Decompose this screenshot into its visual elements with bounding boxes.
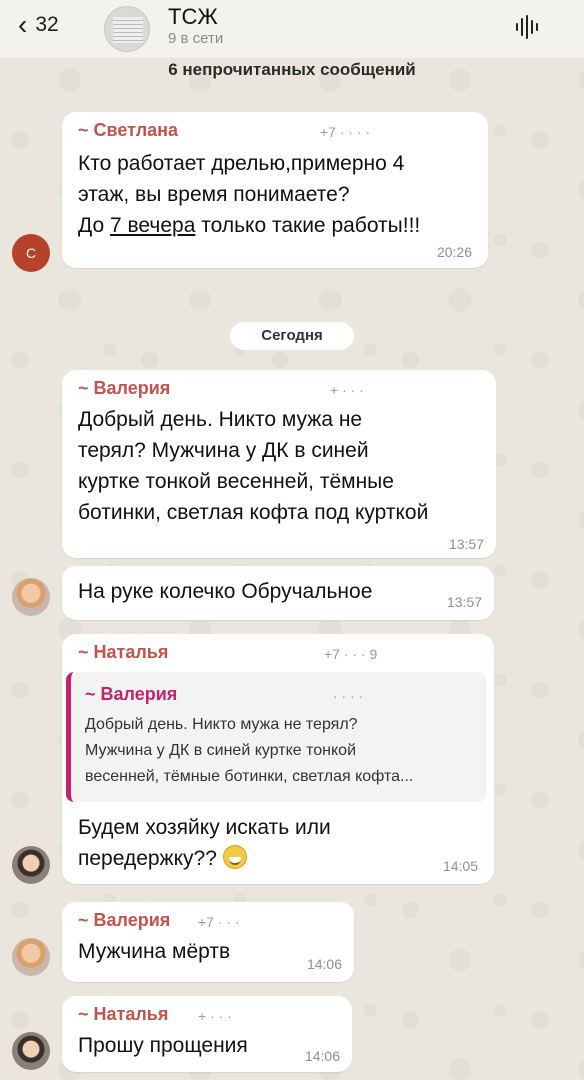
- back-button[interactable]: ‹ 32: [18, 10, 59, 40]
- date-link[interactable]: 7 вечера: [110, 214, 195, 237]
- message-text: Мужчина мёртв: [78, 940, 231, 963]
- message-time: 14:05: [442, 858, 478, 874]
- quote-text: Добрый день. Никто мужа не терял? Мужчин…: [85, 716, 414, 785]
- message-text: Добрый день. Никто мужа не терял? Мужчин…: [78, 408, 429, 524]
- avatar[interactable]: [12, 846, 50, 884]
- sender-name[interactable]: ~ Наталья: [78, 1004, 168, 1025]
- message-time: 13:57: [446, 594, 482, 610]
- message-text: Будем хозяйку искать или передержку??: [78, 816, 331, 870]
- sender-name[interactable]: ~ Наталья: [78, 642, 168, 663]
- unread-messages-banner: 6 непрочитанных сообщений: [168, 60, 416, 79]
- unread-chats-count: 32: [35, 13, 59, 36]
- group-title[interactable]: ТСЖ: [168, 4, 218, 30]
- message-time: 14:06: [306, 956, 342, 972]
- quote-sender-name: ~ Валерия: [85, 684, 178, 704]
- message-text: На руке колечко Обручальное: [78, 580, 373, 603]
- message-bubble[interactable]: ~ Валерия + · · · Добрый день. Никто муж…: [62, 370, 496, 558]
- message-text: Кто работает дрелью,примерно 4 этаж, вы …: [78, 152, 421, 237]
- quoted-message[interactable]: ~ Валерия · · · · Добрый день. Никто муж…: [66, 672, 486, 802]
- chat-header: ‹ 32 ТСЖ 9 в сети: [0, 0, 584, 58]
- message-bubble[interactable]: ~ Светлана +7 · · · · Кто работает дрель…: [62, 112, 488, 268]
- avatar[interactable]: [12, 938, 50, 976]
- sender-name[interactable]: ~ Валерия: [78, 910, 170, 931]
- message-bubble[interactable]: ~ Наталья +7 · · · 9 ~ Валерия · · · · Д…: [62, 634, 494, 884]
- quote-sender-phone: · · · ·: [333, 688, 364, 704]
- sender-phone: +7 · · · ·: [320, 124, 371, 140]
- avatar[interactable]: [12, 578, 50, 616]
- sender-name[interactable]: ~ Светлана: [78, 120, 178, 141]
- group-avatar[interactable]: [104, 6, 150, 52]
- grinning-face-icon: [222, 845, 247, 869]
- sender-name[interactable]: ~ Валерия: [78, 378, 170, 399]
- message-bubble[interactable]: ~ Наталья + · · · Прошу прощения 14:06: [62, 996, 352, 1072]
- message-bubble[interactable]: ~ Валерия +7 · · · Мужчина мёртв 14:06: [62, 902, 354, 982]
- chevron-left-icon: ‹: [18, 9, 28, 40]
- voice-chat-icon[interactable]: [514, 14, 540, 40]
- avatar[interactable]: С: [12, 234, 50, 272]
- sender-phone: +7 · · ·: [198, 914, 240, 930]
- message-time: 14:06: [304, 1048, 340, 1064]
- message-bubble[interactable]: На руке колечко Обручальное 13:57: [62, 566, 494, 620]
- message-text: Прошу прощения: [78, 1034, 248, 1057]
- avatar[interactable]: [12, 1032, 50, 1070]
- message-time: 13:57: [448, 536, 484, 552]
- date-divider: Сегодня: [230, 322, 354, 350]
- message-time: 20:26: [436, 244, 472, 260]
- sender-phone: +7 · · · 9: [324, 646, 378, 662]
- sender-phone: + · · ·: [198, 1008, 232, 1024]
- online-status: 9 в сети: [168, 30, 224, 47]
- sender-phone: + · · ·: [330, 382, 364, 398]
